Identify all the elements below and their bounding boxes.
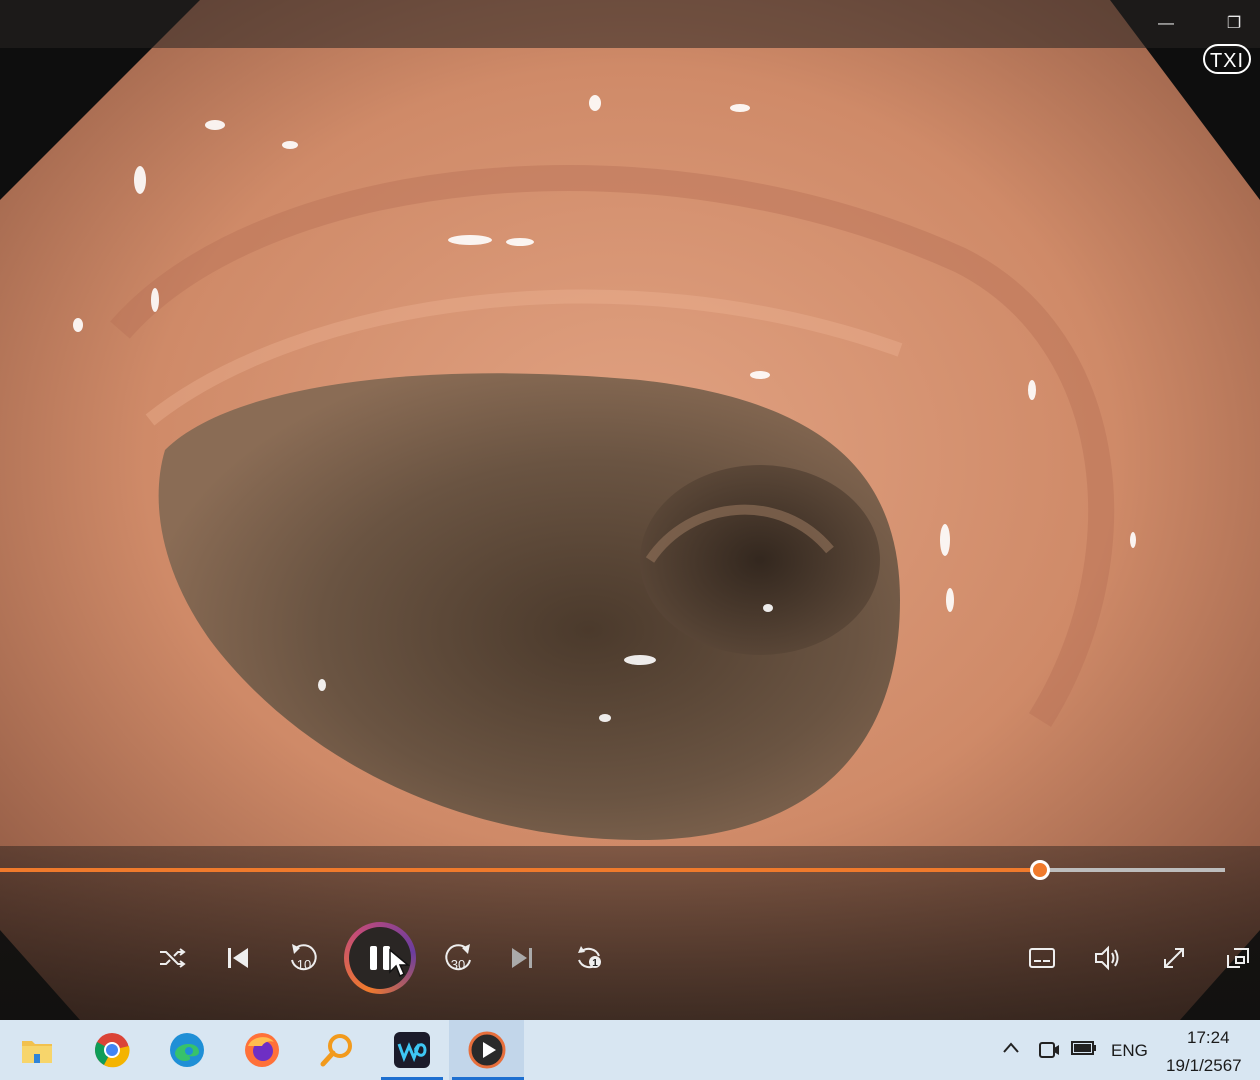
forward-30-button[interactable]: 30	[436, 936, 480, 980]
title-bar	[0, 0, 1260, 48]
seek-bar[interactable]	[0, 860, 1225, 880]
volume-button[interactable]	[1086, 936, 1130, 980]
skip-previous-icon	[228, 948, 248, 968]
taskbar-chrome[interactable]	[87, 1025, 137, 1075]
taskbar-file-explorer[interactable]	[12, 1025, 62, 1075]
rewind-label: 10	[297, 957, 311, 972]
taskbar-webex[interactable]	[387, 1025, 437, 1075]
previous-button[interactable]	[216, 936, 260, 980]
restore-button[interactable]: ❐	[1220, 10, 1248, 38]
mini-player-button[interactable]	[1216, 936, 1260, 980]
meet-now-icon	[1039, 1042, 1059, 1058]
fullscreen-icon	[1164, 948, 1184, 968]
minimize-button[interactable]: —	[1152, 10, 1180, 38]
edge-icon	[170, 1033, 204, 1067]
input-language[interactable]: ENG	[1111, 1041, 1148, 1061]
media-player-icon	[468, 1031, 506, 1069]
taskbar-search-app[interactable]	[312, 1025, 362, 1075]
taskbar-media-player[interactable]	[462, 1025, 512, 1075]
repeat-one-icon: 1	[578, 946, 601, 969]
video-player[interactable]: — ❐ TXI 10 30 1	[0, 0, 1260, 1020]
show-hidden-icons-button[interactable]	[1001, 1038, 1021, 1063]
taskbar-edge[interactable]	[162, 1025, 212, 1075]
next-button[interactable]	[500, 936, 544, 980]
firefox-icon	[245, 1033, 279, 1067]
volume-icon	[1095, 945, 1119, 971]
seek-bar-thumb[interactable]	[1030, 860, 1051, 880]
skip-next-icon	[512, 948, 532, 968]
webex-icon	[394, 1032, 430, 1068]
captions-icon	[1029, 948, 1055, 968]
battery-icon	[1071, 1041, 1096, 1055]
clock-time[interactable]: 17:24	[1187, 1028, 1230, 1048]
chevron-up-icon	[1003, 1042, 1019, 1053]
mouse-cursor-icon	[389, 948, 410, 978]
taskbar-firefox[interactable]	[237, 1025, 287, 1075]
mini-player-icon	[1227, 948, 1249, 968]
repeat-label: 1	[592, 958, 598, 969]
captions-button[interactable]	[1020, 936, 1064, 980]
file-explorer-icon	[22, 1041, 52, 1063]
seek-bar-progress	[0, 868, 1041, 872]
shuffle-icon	[160, 948, 186, 968]
meet-now-button[interactable]	[1038, 1038, 1060, 1065]
fast-forward-icon: 30	[445, 944, 471, 972]
rewind-10-button[interactable]: 10	[282, 936, 326, 980]
battery-status[interactable]	[1070, 1038, 1098, 1063]
chrome-icon	[95, 1033, 130, 1068]
clock-date[interactable]: 19/1/2567	[1166, 1056, 1242, 1076]
search-app-icon	[320, 1034, 352, 1067]
forward-label: 30	[451, 957, 465, 972]
fullscreen-button[interactable]	[1152, 936, 1196, 980]
repeat-one-button[interactable]: 1	[567, 936, 611, 980]
shuffle-button[interactable]	[150, 936, 194, 980]
txi-overlay-label: TXI	[1203, 44, 1251, 74]
player-controls-bar	[0, 846, 1260, 1020]
rewind-icon: 10	[291, 944, 317, 972]
